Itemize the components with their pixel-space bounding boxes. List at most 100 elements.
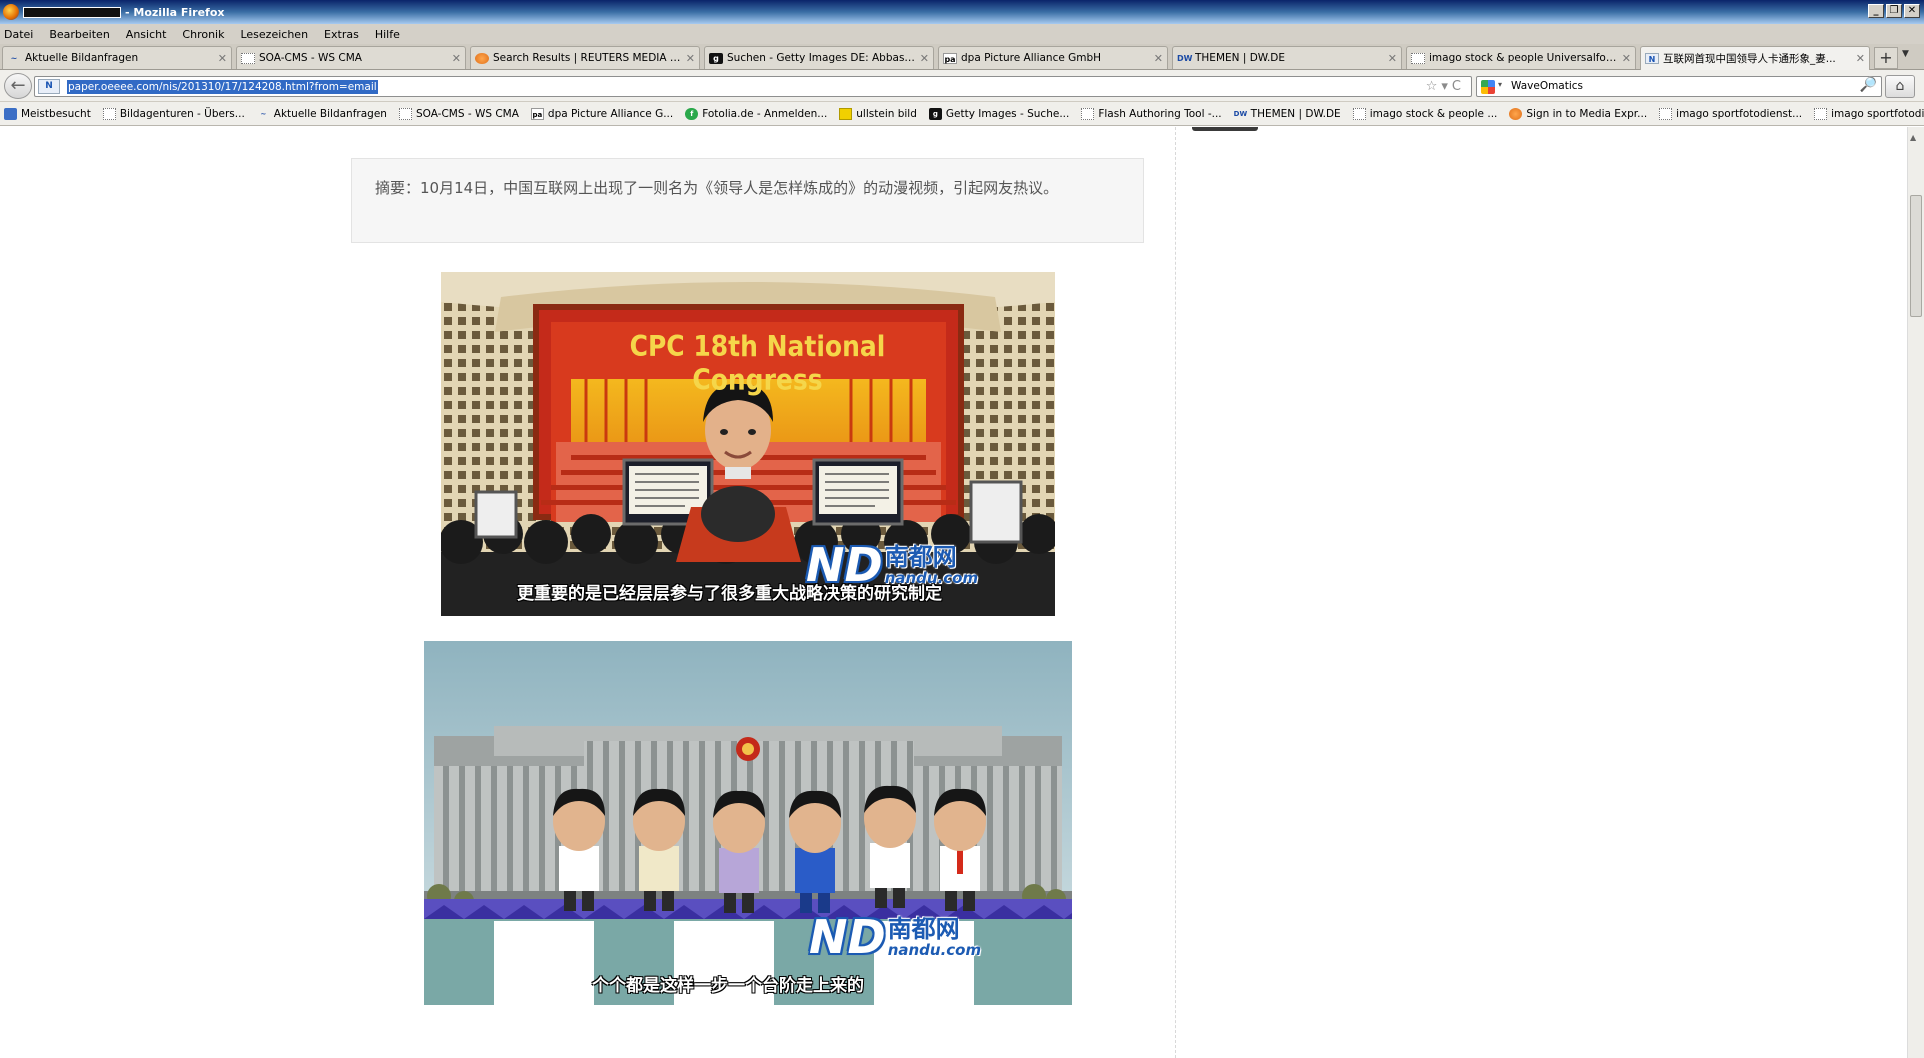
bookmark-label: imago sportfotodienst... xyxy=(1831,107,1924,120)
close-icon[interactable]: ✕ xyxy=(920,52,929,65)
search-engine-dropdown-icon[interactable]: ▾ xyxy=(1498,80,1502,89)
search-input[interactable]: WaveOmatics xyxy=(1511,80,1583,92)
cartoon-image-congress: CPC 18th National Congress ND 南都网 nandu.… xyxy=(441,272,1055,616)
congress-banner-text: CPC 18th National Congress xyxy=(629,329,886,397)
bookmark-favicon xyxy=(1081,107,1095,120)
tab-soa-cms[interactable]: SOA-CMS - WS CMA ✕ xyxy=(236,46,466,69)
bookmark-item[interactable]: Flash Authoring Tool -... xyxy=(1081,107,1222,120)
bookmark-item[interactable]: f Fotolia.de - Anmelden... xyxy=(685,107,827,120)
tab-dw[interactable]: DW THEMEN | DW.DE ✕ xyxy=(1172,46,1402,69)
tab-aktuelle-bildanfragen[interactable]: ~ Aktuelle Bildanfragen ✕ xyxy=(2,46,232,69)
search-icon[interactable]: 🔎 xyxy=(1860,77,1877,93)
list-all-tabs-icon[interactable]: ▼ xyxy=(1902,49,1909,59)
video-subtitle: 更重要的是已经层层参与了很多重大战略决策的研究制定 xyxy=(517,584,942,604)
bookmark-item[interactable]: imago stock & people ... xyxy=(1352,107,1498,120)
bookmark-favicon: pa xyxy=(530,107,544,120)
tab-label: 互联网首现中国领导人卡通形象_妻... xyxy=(1663,53,1836,65)
tab-label: Aktuelle Bildanfragen xyxy=(25,52,139,64)
minimize-button[interactable]: _ xyxy=(1868,4,1884,18)
bookmark-item[interactable]: pa dpa Picture Alliance G... xyxy=(530,107,673,120)
url-text[interactable]: paper.oeeee.com/nis/201310/17/124208.htm… xyxy=(67,80,378,94)
menu-hilfe[interactable]: Hilfe xyxy=(375,28,400,41)
tab-label: imago stock & people Universalfotoar... xyxy=(1429,52,1618,64)
site-identity-icon[interactable]: N xyxy=(38,79,60,94)
bookmark-favicon xyxy=(1659,107,1673,120)
home-button[interactable]: ⌂ xyxy=(1885,75,1915,98)
menu-datei[interactable]: Datei xyxy=(4,28,33,41)
bookmark-favicon xyxy=(839,107,853,120)
bookmark-item[interactable]: imago sportfotodienst... xyxy=(1814,107,1924,120)
bookmark-item[interactable]: g Getty Images - Suche... xyxy=(928,107,1070,120)
menu-lesezeichen[interactable]: Lesezeichen xyxy=(240,28,308,41)
close-icon[interactable]: ✕ xyxy=(1622,52,1631,65)
tab-label: Suchen - Getty Images DE: Abbas + ... xyxy=(727,52,916,64)
bookmark-label: imago stock & people ... xyxy=(1369,107,1498,120)
bookmark-item[interactable]: DW THEMEN | DW.DE xyxy=(1234,108,1341,120)
window-titlebar: - Mozilla Firefox _ ❐ ✕ xyxy=(0,0,1924,24)
search-bar[interactable]: ▾ WaveOmatics 🔎 xyxy=(1476,76,1882,97)
tab-getty[interactable]: g Suchen - Getty Images DE: Abbas + ... … xyxy=(704,46,934,69)
bookmark-favicon: ~ xyxy=(260,109,267,118)
menu-chronik[interactable]: Chronik xyxy=(182,28,224,41)
bookmark-label: Flash Authoring Tool -... xyxy=(1098,107,1222,120)
tab-favicon: DW xyxy=(1177,53,1193,63)
sidebar-image-fragment xyxy=(1192,127,1258,131)
bookmark-item[interactable]: imago sportfotodienst... xyxy=(1659,107,1803,120)
bookmark-label: SOA-CMS - WS CMA xyxy=(415,107,519,120)
bookmark-label: THEMEN | DW.DE xyxy=(1250,107,1341,120)
redacted-title-block xyxy=(23,6,121,18)
bookmark-label: Meistbesucht xyxy=(21,107,91,120)
page-content: 摘要：10月14日，中国互联网上出现了一则名为《领导人是怎样炼成的》的动漫视频，… xyxy=(0,127,1907,1058)
window-title: - Mozilla Firefox xyxy=(125,5,225,19)
close-icon[interactable]: ✕ xyxy=(1154,52,1163,65)
tab-reuters[interactable]: Search Results | REUTERS MEDIA EXP... ✕ xyxy=(470,46,700,69)
bookmark-favicon xyxy=(1509,107,1523,120)
bookmark-favicon xyxy=(1814,107,1828,120)
bookmark-item[interactable]: ~ Aktuelle Bildanfragen xyxy=(257,108,387,120)
bookmark-favicon xyxy=(4,107,17,120)
back-button[interactable]: ← xyxy=(4,73,32,99)
tab-label: SOA-CMS - WS CMA xyxy=(259,52,362,64)
bookmark-star-reload-icon[interactable]: ☆▾C xyxy=(1426,79,1465,94)
vertical-scrollbar[interactable]: ▲ xyxy=(1907,127,1924,1058)
tab-imago[interactable]: imago stock & people Universalfotoar... … xyxy=(1406,46,1636,69)
close-icon[interactable]: ✕ xyxy=(1856,52,1865,65)
close-window-button[interactable]: ✕ xyxy=(1904,4,1920,18)
nandu-watermark-cn: 南都网 xyxy=(884,543,957,571)
bookmark-item[interactable]: Bildagenturen - Übers... xyxy=(102,107,245,120)
bookmark-label: Getty Images - Suche... xyxy=(945,107,1070,120)
close-icon[interactable]: ✕ xyxy=(1388,52,1397,65)
bookmark-favicon xyxy=(398,107,412,120)
tab-favicon: g xyxy=(709,52,723,64)
bookmark-item[interactable]: Sign in to Media Expr... xyxy=(1509,107,1647,120)
tab-bar: ~ Aktuelle Bildanfragen ✕ SOA-CMS - WS C… xyxy=(0,44,1924,70)
scrollbar-thumb[interactable] xyxy=(1910,195,1922,317)
menu-bearbeiten[interactable]: Bearbeiten xyxy=(49,28,109,41)
tab-favicon: ~ xyxy=(10,53,18,63)
tab-dpa[interactable]: pa dpa Picture Alliance GmbH ✕ xyxy=(938,46,1168,69)
bookmark-label: Aktuelle Bildanfragen xyxy=(273,107,387,120)
menu-extras[interactable]: Extras xyxy=(324,28,359,41)
close-icon[interactable]: ✕ xyxy=(218,52,227,65)
close-icon[interactable]: ✕ xyxy=(452,52,461,65)
close-icon[interactable]: ✕ xyxy=(686,52,695,65)
tab-label: THEMEN | DW.DE xyxy=(1195,52,1286,64)
new-tab-button[interactable]: + xyxy=(1874,47,1898,69)
firefox-icon xyxy=(3,4,19,20)
nandu-watermark-cn: 南都网 xyxy=(887,915,960,943)
bookmark-label: imago sportfotodienst... xyxy=(1676,107,1803,120)
tab-nandu-active[interactable]: N 互联网首现中国领导人卡通形象_妻... ✕ xyxy=(1640,46,1870,70)
tab-favicon xyxy=(1411,52,1425,64)
google-search-engine-icon[interactable] xyxy=(1481,80,1495,94)
tab-label: Search Results | REUTERS MEDIA EXP... xyxy=(493,52,682,64)
bookmark-item[interactable]: SOA-CMS - WS CMA xyxy=(398,107,519,120)
url-bar[interactable]: N paper.oeeee.com/nis/201310/17/124208.h… xyxy=(34,76,1472,97)
restore-button[interactable]: ❐ xyxy=(1886,4,1902,18)
bookmarks-toolbar: Meistbesucht Bildagenturen - Übers... ~ A… xyxy=(0,102,1924,126)
article-summary-box: 摘要：10月14日，中国互联网上出现了一则名为《领导人是怎样炼成的》的动漫视频，… xyxy=(351,158,1144,243)
bookmark-item[interactable]: Meistbesucht xyxy=(4,107,91,120)
menu-ansicht[interactable]: Ansicht xyxy=(126,28,167,41)
bookmark-item[interactable]: ullstein bild xyxy=(839,107,917,120)
bookmark-favicon: g xyxy=(928,107,942,120)
scroll-up-icon[interactable]: ▲ xyxy=(1910,133,1916,142)
